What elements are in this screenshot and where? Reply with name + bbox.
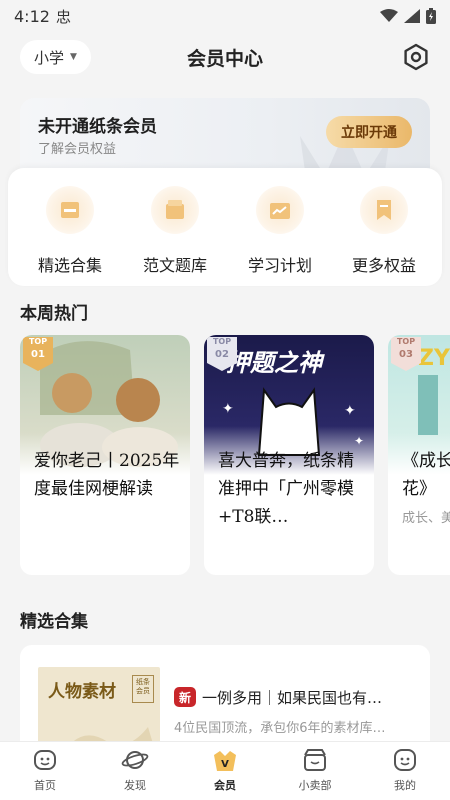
svg-text:✦: ✦ [222, 401, 234, 417]
banner-subtitle[interactable]: 了解会员权益 [38, 138, 116, 157]
hot-card-3[interactable]: ZY TOP 03 《成长花》 成长、美 [388, 335, 450, 575]
rank-label: TOP [396, 337, 416, 346]
more-benefits-icon [360, 186, 408, 234]
rank-badge: TOP 01 [21, 337, 55, 371]
svg-text:V: V [221, 759, 229, 770]
feature-collection[interactable]: 精选合集 [16, 186, 124, 282]
banner-title: 未开通纸条会员 [38, 117, 157, 137]
rank-label: TOP [28, 337, 48, 346]
feature-label: 更多权益 [351, 256, 416, 275]
feature-label: 范文题库 [142, 256, 207, 275]
collection-icon [46, 186, 94, 234]
status-icons [380, 8, 436, 24]
new-badge: 新 [174, 687, 196, 707]
hot-card-1[interactable]: TOP 01 爱你老己丨2025年度最佳网梗解读 [20, 335, 190, 575]
settings-icon[interactable] [402, 43, 430, 71]
tab-home[interactable]: 首页 [10, 747, 80, 793]
svg-text:✦: ✦ [344, 403, 356, 419]
open-membership-button[interactable]: 立即开通 [326, 116, 412, 148]
rank-number: 03 [399, 349, 413, 360]
weekly-hot-title: 本周热门 [20, 304, 88, 324]
svg-text:✦: ✦ [354, 434, 364, 448]
tab-discover[interactable]: 发现 [100, 747, 170, 793]
feature-essay-bank[interactable]: 范文题库 [121, 186, 229, 282]
collection-title: 一例多用｜如果民国也有… [202, 689, 383, 707]
shop-icon [304, 749, 326, 771]
rank-label: TOP [212, 337, 232, 346]
profile-icon [394, 749, 416, 771]
tab-profile[interactable]: 我的 [370, 747, 440, 793]
card-subtitle: 成长、美 [402, 511, 450, 526]
vip-icon: V [214, 751, 236, 771]
essay-bank-icon [151, 186, 199, 234]
feature-study-plan[interactable]: 学习计划 [226, 186, 334, 282]
member-center-page: 4:12 忠 小学 ▼ 会员中心 未开通纸条会员 了解会员权益 立即开通 精选合… [0, 0, 450, 800]
tab-shop[interactable]: 小卖部 [280, 747, 350, 793]
status-time: 4:12 [14, 6, 50, 26]
wifi-icon [380, 9, 398, 22]
feature-label: 精选合集 [37, 256, 102, 275]
card-title: 喜大普奔，纸条精准押中「广州零模+T8联… [218, 451, 354, 527]
home-icon [34, 750, 56, 770]
status-bar: 4:12 忠 [0, 0, 450, 32]
study-plan-icon [256, 186, 304, 234]
planet-icon [121, 751, 149, 769]
rank-number: 02 [215, 349, 229, 360]
card-title: 《成长花》 [402, 451, 450, 499]
grade-selector[interactable]: 小学 ▼ [20, 40, 91, 74]
tab-bar: 首页 发现 V 会员 小卖部 我的 [0, 741, 450, 800]
tab-vip[interactable]: V 会员 [190, 747, 260, 793]
card-image-text: 押题之神 [226, 348, 322, 377]
collection-desc: 4位民国顶流，承包你6年的素材库… [174, 721, 386, 736]
header: 小学 ▼ 会员中心 [0, 34, 450, 80]
grade-label: 小学 [34, 48, 65, 67]
rank-number: 01 [31, 349, 45, 360]
feature-label: 学习计划 [247, 256, 312, 275]
notification-icon: 忠 [55, 7, 71, 26]
tab-label: 发现 [124, 779, 146, 792]
hot-card-2[interactable]: ✦ ✦ ✦ 押题之神 TOP 02 喜大普奔，纸条精准押中「广州零模+T8联… [204, 335, 374, 575]
rank-badge: TOP 03 [389, 337, 423, 371]
feature-grid: 精选合集 范文题库 学习计划 更多权益 [8, 168, 442, 286]
rank-badge: TOP 02 [205, 337, 239, 371]
signal-icon [404, 9, 420, 23]
tab-label: 小卖部 [298, 779, 332, 792]
tab-label: 我的 [394, 779, 416, 792]
tab-label: 会员 [214, 779, 236, 792]
selected-title: 精选合集 [20, 612, 88, 632]
card-title: 爱你老己丨2025年度最佳网梗解读 [34, 451, 180, 499]
feature-more-benefits[interactable]: 更多权益 [330, 186, 438, 282]
battery-icon [426, 8, 436, 24]
chevron-down-icon: ▼ [70, 52, 77, 62]
tab-label: 首页 [34, 779, 56, 792]
